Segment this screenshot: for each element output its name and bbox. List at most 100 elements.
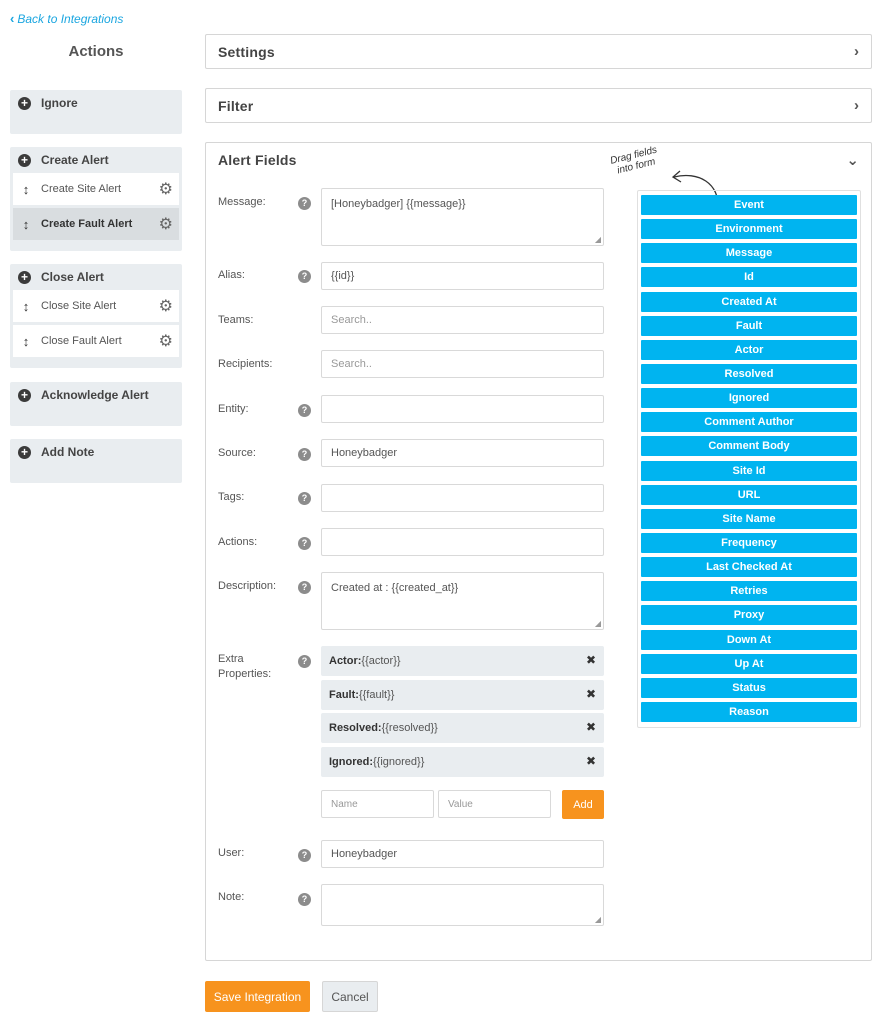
field-chip-last-checked-at[interactable]: Last Checked At	[641, 557, 857, 578]
extra-property-row: Fault: {{fault}} ✖	[321, 680, 604, 710]
field-chip-status[interactable]: Status	[641, 677, 857, 698]
property-name-input[interactable]: Name	[321, 790, 434, 818]
add-property-button[interactable]: Add	[562, 790, 604, 819]
action-close-alert[interactable]: + Close Alert	[10, 264, 182, 290]
property-key: Fault:	[329, 689, 359, 701]
property-value-input[interactable]: Value	[438, 790, 551, 818]
plus-circle-icon: +	[18, 96, 31, 110]
drag-handle-icon[interactable]: ↕	[19, 217, 33, 232]
field-chip-comment-author[interactable]: Comment Author	[641, 412, 857, 433]
drag-handle-icon[interactable]: ↕	[19, 299, 33, 314]
user-field[interactable]: Honeybadger	[321, 840, 604, 868]
field-chip-environment[interactable]: Environment	[641, 219, 857, 240]
save-integration-button[interactable]: Save Integration	[205, 981, 310, 1012]
field-chip-message[interactable]: Message	[641, 243, 857, 264]
plus-circle-icon: +	[18, 270, 31, 284]
resize-grip-icon[interactable]: ◢	[595, 235, 601, 244]
action-group-close-alert: + Close Alert ↕ Close Site Alert ⚙ ↕ Clo…	[10, 264, 182, 368]
field-chip-comment-body[interactable]: Comment Body	[641, 436, 857, 457]
field-chip-down-at[interactable]: Down At	[641, 629, 857, 650]
help-icon[interactable]: ?	[298, 655, 311, 668]
description-field[interactable]: Created at : {{created_at}} ◢	[321, 572, 604, 630]
help-icon[interactable]: ?	[298, 404, 311, 417]
alias-field[interactable]: {{id}}	[321, 262, 604, 290]
chevron-right-icon: ›	[854, 43, 859, 60]
sub-item-close-site-alert[interactable]: ↕ Close Site Alert ⚙	[13, 290, 179, 322]
field-chip-resolved[interactable]: Resolved	[641, 363, 857, 384]
remove-icon[interactable]: ✖	[586, 720, 596, 734]
sub-item-create-fault-alert[interactable]: ↕ Create Fault Alert ⚙	[13, 208, 179, 240]
action-create-alert[interactable]: + Create Alert	[10, 147, 182, 173]
help-icon[interactable]: ?	[298, 197, 311, 210]
action-group-create-alert: + Create Alert ↕ Create Site Alert ⚙ ↕ C…	[10, 147, 182, 251]
help-icon[interactable]: ?	[298, 492, 311, 505]
field-chip-retries[interactable]: Retries	[641, 581, 857, 602]
field-chip-site-name[interactable]: Site Name	[641, 508, 857, 529]
action-add-note[interactable]: + Add Note	[10, 439, 182, 465]
field-chip-frequency[interactable]: Frequency	[641, 532, 857, 553]
note-field[interactable]: ◢	[321, 884, 604, 926]
field-chip-ignored[interactable]: Ignored	[641, 388, 857, 409]
field-chip-site-id[interactable]: Site Id	[641, 460, 857, 481]
help-icon[interactable]: ?	[298, 537, 311, 550]
property-value: {{actor}}	[361, 655, 401, 667]
action-group-acknowledge-alert: + Acknowledge Alert	[10, 382, 182, 426]
drag-handle-icon[interactable]: ↕	[19, 182, 33, 197]
recipients-placeholder: Search..	[331, 358, 372, 370]
source-field[interactable]: Honeybadger	[321, 439, 604, 467]
field-chip-fault[interactable]: Fault	[641, 315, 857, 336]
action-label: Add Note	[41, 445, 95, 459]
recipients-search-input[interactable]: Search..	[321, 350, 604, 378]
gear-icon[interactable]: ⚙	[159, 214, 173, 234]
alert-fields-panel-header[interactable]: Alert Fields ⌄	[206, 143, 871, 177]
cancel-button[interactable]: Cancel	[322, 981, 378, 1012]
filter-panel-header[interactable]: Filter ›	[206, 89, 871, 122]
resize-grip-icon[interactable]: ◢	[595, 619, 601, 628]
action-label: Acknowledge Alert	[41, 388, 149, 402]
remove-icon[interactable]: ✖	[586, 754, 596, 768]
gear-icon[interactable]: ⚙	[159, 179, 173, 199]
tags-field[interactable]	[321, 484, 604, 512]
alias-label: Alias:	[218, 269, 245, 281]
settings-panel-header[interactable]: Settings ›	[206, 35, 871, 68]
help-icon[interactable]: ?	[298, 581, 311, 594]
actions-field[interactable]	[321, 528, 604, 556]
back-to-integrations-link[interactable]: ‹ Back to Integrations	[10, 11, 123, 26]
field-chip-proxy[interactable]: Proxy	[641, 605, 857, 626]
property-key: Actor:	[329, 655, 362, 667]
message-field[interactable]: [Honeybadger] {{message}} ◢	[321, 188, 604, 246]
field-chip-created-at[interactable]: Created At	[641, 291, 857, 312]
gear-icon[interactable]: ⚙	[159, 331, 173, 351]
sub-item-label: Close Fault Alert	[41, 335, 122, 347]
chevron-down-icon: ⌄	[846, 152, 859, 169]
help-icon[interactable]: ?	[298, 448, 311, 461]
field-chip-id[interactable]: Id	[641, 267, 857, 288]
description-value: Created at : {{created_at}}	[331, 582, 459, 594]
remove-icon[interactable]: ✖	[586, 653, 596, 667]
action-acknowledge-alert[interactable]: + Acknowledge Alert	[10, 382, 182, 408]
resize-grip-icon[interactable]: ◢	[595, 915, 601, 924]
field-chip-event[interactable]: Event	[641, 195, 857, 215]
drag-handle-icon[interactable]: ↕	[19, 334, 33, 349]
field-chip-actor[interactable]: Actor	[641, 339, 857, 360]
back-link-label: Back to Integrations	[17, 11, 124, 26]
remove-icon[interactable]: ✖	[586, 687, 596, 701]
gear-icon[interactable]: ⚙	[159, 296, 173, 316]
settings-panel: Settings ›	[205, 34, 872, 69]
action-ignore[interactable]: + Ignore	[10, 90, 182, 116]
panel-title: Alert Fields	[218, 152, 297, 168]
help-icon[interactable]: ?	[298, 849, 311, 862]
field-chip-reason[interactable]: Reason	[641, 701, 857, 722]
teams-search-input[interactable]: Search..	[321, 306, 604, 334]
sub-item-create-site-alert[interactable]: ↕ Create Site Alert ⚙	[13, 173, 179, 205]
value-placeholder: Value	[448, 798, 473, 810]
chevron-left-icon: ‹	[10, 11, 15, 26]
entity-field[interactable]	[321, 395, 604, 423]
sub-item-close-fault-alert[interactable]: ↕ Close Fault Alert ⚙	[13, 325, 179, 357]
field-chip-up-at[interactable]: Up At	[641, 653, 857, 674]
action-label: Create Alert	[41, 153, 109, 167]
field-chip-url[interactable]: URL	[641, 484, 857, 505]
help-icon[interactable]: ?	[298, 893, 311, 906]
help-icon[interactable]: ?	[298, 270, 311, 283]
property-value: {{resolved}}	[381, 722, 438, 734]
